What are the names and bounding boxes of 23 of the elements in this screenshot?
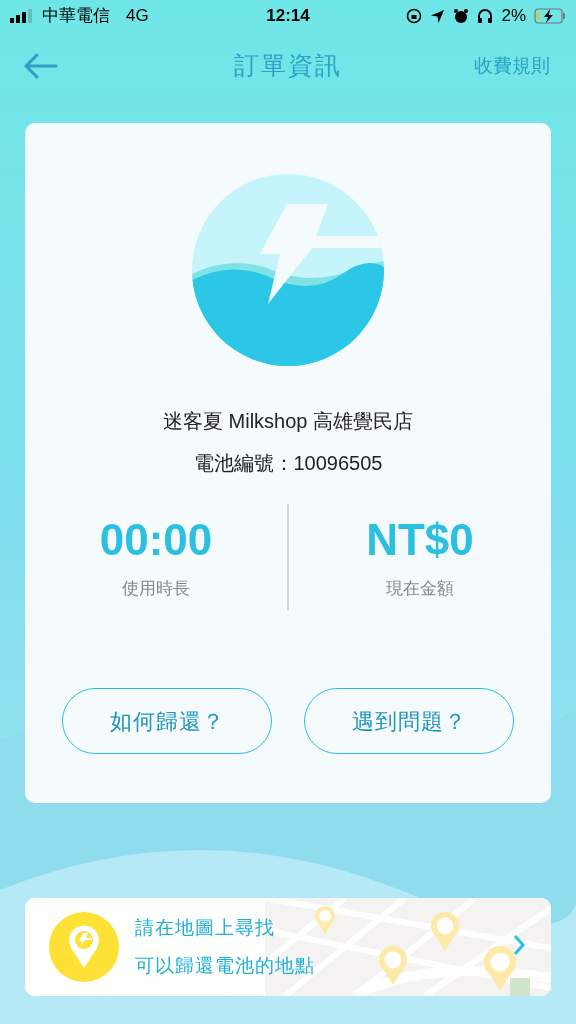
- stat-value: NT$0: [366, 514, 474, 567]
- back-button[interactable]: [22, 51, 58, 81]
- battery-charging-icon: [534, 8, 566, 24]
- banner-text: 可以歸還電池的地點: [135, 954, 315, 978]
- map-pin-icon: [68, 924, 100, 970]
- clock-time: 12:14: [266, 5, 310, 28]
- chevron-right-icon: [513, 934, 525, 956]
- rotation-lock-icon: [406, 8, 423, 24]
- network-type: 4G: [126, 5, 149, 28]
- map-banner[interactable]: 請在地圖上尋找 可以歸還電池的地點: [25, 898, 551, 996]
- alarm-icon: [453, 8, 470, 24]
- page-title: 訂單資訊: [234, 50, 342, 82]
- stat-value: 00:00: [99, 514, 213, 567]
- location-icon: [430, 8, 446, 24]
- battery-percent: 2%: [501, 5, 526, 28]
- headphones-icon: [477, 8, 494, 24]
- battery-number: 電池編號：10096505: [193, 451, 383, 476]
- banner-text: 請在地圖上尋找: [135, 915, 276, 940]
- store-name: 迷客夏 Milkshop 高雄覺民店: [163, 409, 413, 434]
- carrier-name: 中華電信: [42, 5, 110, 28]
- stat-label: 使用時長: [122, 578, 190, 601]
- stat-label: 現在金額: [386, 578, 454, 601]
- fee-rules-link[interactable]: 收費規則: [474, 51, 550, 81]
